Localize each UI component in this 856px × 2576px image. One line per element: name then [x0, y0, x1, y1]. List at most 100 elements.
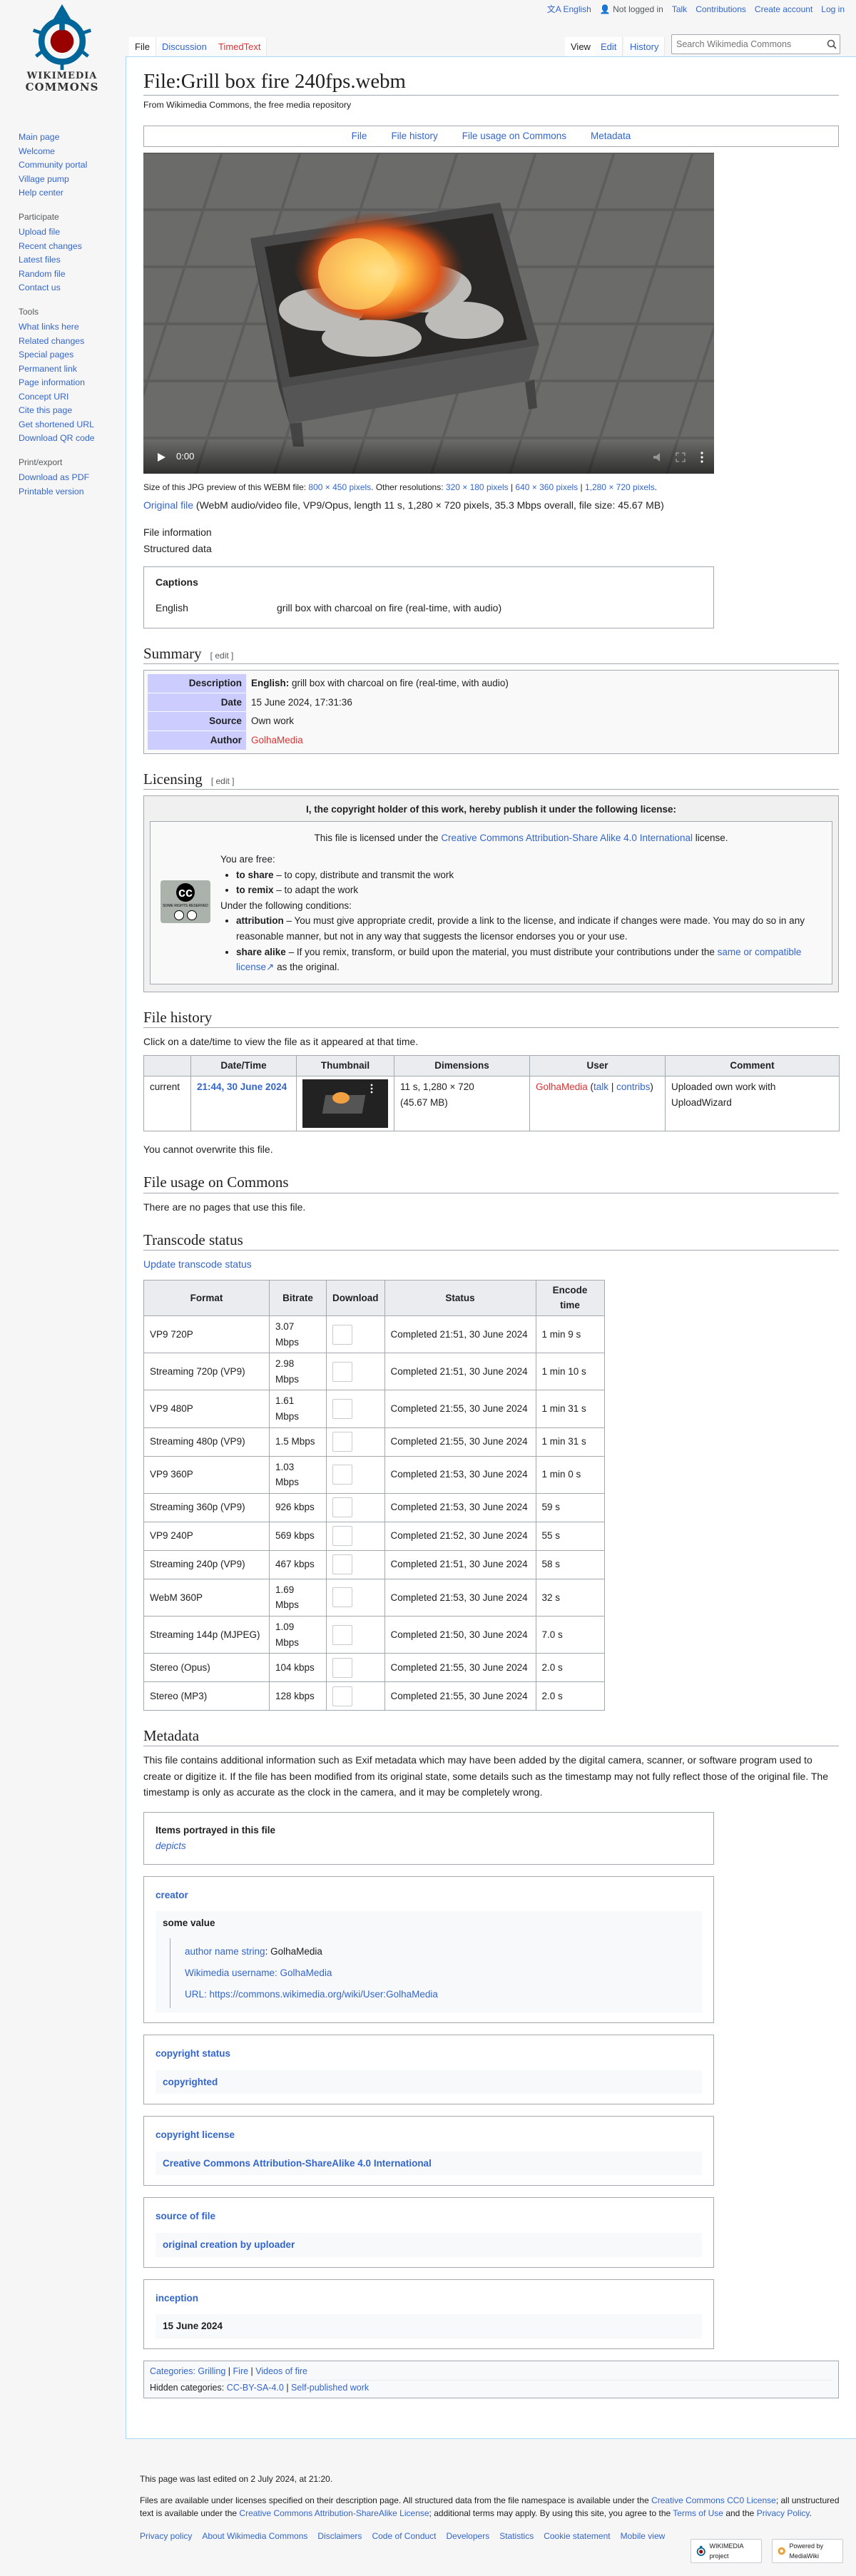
sd-source-of-file-label[interactable]: source of file: [156, 2211, 215, 2221]
hist-contribs-link[interactable]: contribs: [616, 1081, 650, 1092]
play-icon[interactable]: [156, 452, 166, 462]
sidebar-item-cite-this-page[interactable]: Cite this page: [19, 404, 126, 418]
hist-thumbnail[interactable]: [302, 1079, 388, 1129]
hist-user-link[interactable]: GolhaMedia: [536, 1081, 588, 1092]
sidebar-item-contact-us[interactable]: Contact us: [19, 281, 126, 295]
sidebar-item-permanent-link[interactable]: Permanent link: [19, 362, 126, 377]
original-file-link[interactable]: Original file: [143, 499, 193, 511]
sidebar-item-main-page[interactable]: Main page: [19, 131, 126, 145]
create-account-link[interactable]: Create account: [755, 3, 812, 16]
powered-by-mediawiki-badge[interactable]: Powered by MediaWiki: [772, 2539, 843, 2563]
resolution-640-link[interactable]: 640 × 360 pixels: [515, 482, 578, 492]
download-button[interactable]: [332, 1657, 352, 1678]
license-link[interactable]: Creative Commons Attribution-Share Alike…: [441, 833, 693, 843]
hist-datetime-link[interactable]: 21:44, 30 June 2024: [197, 1081, 287, 1092]
sidebar-item-latest-files[interactable]: Latest files: [19, 253, 126, 268]
footer-link-mobile[interactable]: Mobile view: [621, 2530, 666, 2542]
sidebar-item-village-pump[interactable]: Village pump: [19, 173, 126, 187]
category-videos-of-fire[interactable]: Videos of fire: [255, 2366, 307, 2376]
site-logo[interactable]: WIKIMEDIA COMMONS: [16, 0, 108, 114]
search-input[interactable]: [671, 34, 840, 54]
download-button[interactable]: [332, 1587, 352, 1608]
contributions-link[interactable]: Contributions: [696, 3, 746, 16]
sd-inception-label[interactable]: inception: [156, 2293, 198, 2303]
sd-copyright-status-label[interactable]: copyright status: [156, 2048, 230, 2059]
footer-link-statistics[interactable]: Statistics: [499, 2530, 534, 2542]
sd-q-username-value[interactable]: : GolhaMedia: [275, 1967, 332, 1978]
download-button[interactable]: [332, 1324, 352, 1345]
resolution-1280-link[interactable]: 1,280 × 720 pixels: [585, 482, 655, 492]
sidebar-item-printable-version[interactable]: Printable version: [19, 485, 126, 499]
footer-link-developers[interactable]: Developers: [447, 2530, 490, 2542]
category-cc-by-sa[interactable]: CC-BY-SA-4.0: [227, 2383, 284, 2393]
sidebar-item-what-links-here[interactable]: What links here: [19, 320, 126, 335]
wikimedia-project-badge[interactable]: WIKIMEDIA project: [691, 2539, 762, 2563]
category-fire[interactable]: Fire: [233, 2366, 249, 2376]
toc-file[interactable]: File: [352, 128, 367, 144]
language-link[interactable]: English: [563, 4, 591, 14]
tab-structured-data[interactable]: Structured data: [143, 541, 839, 556]
footer-link-code-of-conduct[interactable]: Code of Conduct: [372, 2530, 436, 2542]
sidebar-item-recent-changes[interactable]: Recent changes: [19, 240, 126, 254]
fullscreen-icon[interactable]: [676, 452, 686, 462]
sidebar-item-help-center[interactable]: Help center: [19, 186, 126, 200]
footer-terms-link[interactable]: Terms of Use: [673, 2508, 723, 2518]
sidebar-item-random-file[interactable]: Random file: [19, 268, 126, 282]
tab-discussion[interactable]: Discussion: [156, 37, 213, 57]
hist-talk-link[interactable]: talk: [593, 1081, 608, 1092]
sidebar-item-shortened-url[interactable]: Get shortened URL: [19, 418, 126, 432]
category-self-published[interactable]: Self-published work: [291, 2383, 369, 2393]
sidebar-item-special-pages[interactable]: Special pages: [19, 348, 126, 362]
sidebar-item-welcome[interactable]: Welcome: [19, 145, 126, 159]
talk-link[interactable]: Talk: [672, 3, 687, 16]
sidebar-item-related-changes[interactable]: Related changes: [19, 335, 126, 349]
toc-file-history[interactable]: File history: [391, 128, 437, 144]
download-button[interactable]: [332, 1526, 352, 1547]
video-player[interactable]: 0:00: [143, 152, 714, 474]
tab-file[interactable]: File: [129, 37, 156, 57]
volume-icon[interactable]: [653, 452, 666, 462]
download-button[interactable]: [332, 1465, 352, 1485]
search-button[interactable]: [825, 37, 839, 51]
footer-cc0-link[interactable]: Creative Commons CC0 License: [651, 2495, 776, 2505]
download-button[interactable]: [332, 1497, 352, 1518]
more-options-icon[interactable]: [370, 1084, 374, 1094]
update-transcode-link[interactable]: Update transcode status: [143, 1256, 839, 1272]
summary-author-link[interactable]: GolhaMedia: [251, 735, 303, 745]
download-button[interactable]: [332, 1398, 352, 1419]
sidebar-item-concept-uri[interactable]: Concept URI: [19, 390, 126, 404]
sd-copyright-status-value[interactable]: copyrighted: [163, 2077, 218, 2087]
sd-source-of-file-value[interactable]: original creation by uploader: [163, 2239, 295, 2250]
preview-size-link[interactable]: 800 × 450 pixels: [308, 482, 371, 492]
sidebar-item-qr-code[interactable]: Download QR code: [19, 432, 126, 446]
language-selector[interactable]: 文A English: [547, 3, 591, 16]
download-button[interactable]: [332, 1686, 352, 1706]
footer-link-about[interactable]: About Wikimedia Commons: [202, 2530, 307, 2542]
sd-q-url-link[interactable]: URL: [185, 1989, 204, 2000]
tab-history[interactable]: History: [624, 37, 666, 57]
summary-edit-link[interactable]: [ edit ]: [210, 651, 234, 661]
footer-link-disclaimers[interactable]: Disclaimers: [317, 2530, 362, 2542]
caption-text[interactable]: grill box with charcoal on fire (real-ti…: [277, 600, 501, 616]
download-button[interactable]: [332, 1554, 352, 1575]
sidebar-item-upload-file[interactable]: Upload file: [19, 225, 126, 240]
sd-q-url-value[interactable]: : https://commons.wikimedia.org/wiki/Use…: [204, 1989, 438, 2000]
tab-timedtext[interactable]: TimedText: [213, 37, 268, 57]
footer-link-cookie[interactable]: Cookie statement: [544, 2530, 610, 2542]
sd-q-author-name-link[interactable]: author name string: [185, 1946, 265, 1957]
sidebar-item-community-portal[interactable]: Community portal: [19, 158, 126, 173]
sd-q-username-link[interactable]: Wikimedia username: [185, 1967, 275, 1978]
footer-ccbysa-link[interactable]: Creative Commons Attribution-ShareAlike …: [239, 2508, 429, 2518]
tab-edit[interactable]: Edit: [595, 37, 623, 57]
sd-copyright-license-value[interactable]: Creative Commons Attribution-ShareAlike …: [163, 2158, 432, 2169]
footer-link-privacy[interactable]: Privacy policy: [140, 2530, 192, 2542]
toc-file-usage[interactable]: File usage on Commons: [462, 128, 566, 144]
login-link[interactable]: Log in: [821, 3, 845, 16]
download-button[interactable]: [332, 1624, 352, 1645]
more-options-icon[interactable]: [700, 452, 704, 463]
tab-view[interactable]: View: [565, 37, 597, 57]
sd-depicts-link[interactable]: depicts: [156, 1841, 186, 1851]
licensing-edit-link[interactable]: [ edit ]: [211, 776, 235, 786]
sd-creator-label[interactable]: creator: [156, 1890, 188, 1900]
categories-label[interactable]: Categories:: [150, 2366, 195, 2376]
